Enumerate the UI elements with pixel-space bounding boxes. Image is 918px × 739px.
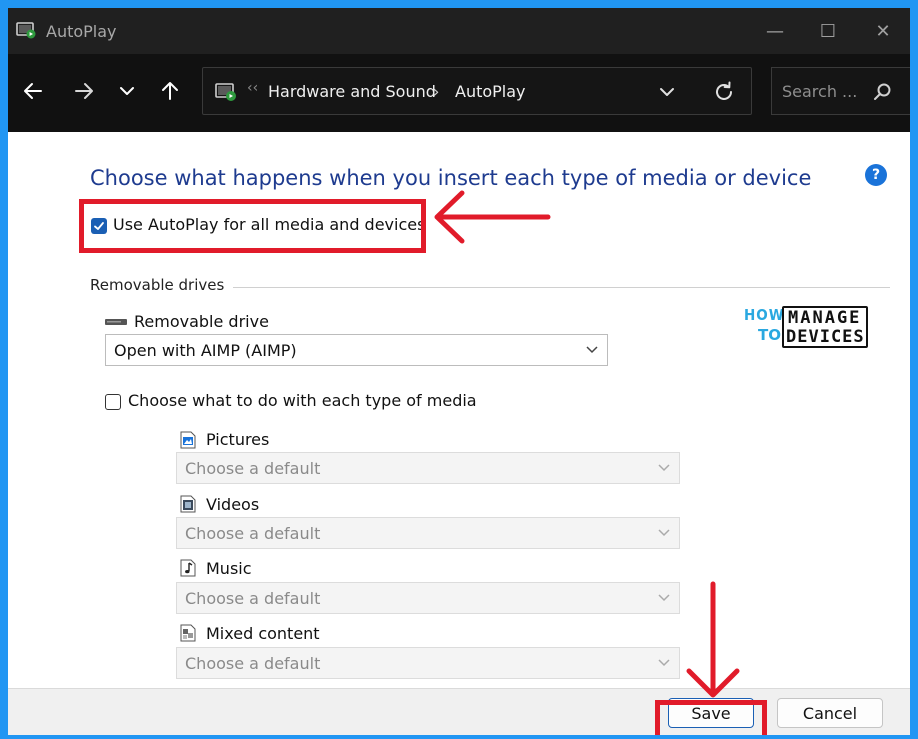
cancel-button[interactable]: Cancel — [777, 698, 883, 728]
minimize-button[interactable]: — — [752, 16, 798, 46]
chevron-down-icon — [120, 87, 134, 95]
music-value: Choose a default — [185, 589, 321, 608]
breadcrumb-hardware-and-sound[interactable]: Hardware and Sound — [268, 82, 436, 101]
mixed-content-select[interactable]: Choose a default — [176, 647, 680, 679]
logo-how: HOW — [744, 306, 785, 324]
close-button[interactable]: ✕ — [860, 16, 906, 46]
videos-value: Choose a default — [185, 524, 321, 543]
title-bar: AutoPlay — ☐ ✕ — [8, 8, 910, 54]
address-overflow[interactable]: ‹‹ — [247, 80, 258, 96]
up-icon — [162, 82, 178, 100]
recent-locations-button[interactable] — [112, 76, 142, 106]
per-media-label[interactable]: Choose what to do with each type of medi… — [128, 391, 477, 410]
videos-label: Videos — [206, 495, 260, 514]
help-icon[interactable]: ? — [865, 164, 887, 186]
group-divider — [233, 287, 890, 288]
page-heading: Choose what happens when you insert each… — [90, 166, 812, 190]
up-button[interactable] — [155, 76, 185, 106]
content-pane: Choose what happens when you insert each… — [8, 132, 910, 688]
logo-box: MANAGE DEVICES — [782, 306, 868, 348]
music-label: Music — [206, 559, 252, 578]
back-icon — [24, 83, 42, 99]
pictures-value: Choose a default — [185, 459, 321, 478]
logo-devices: DEVICES — [786, 327, 865, 347]
removable-drive-icon — [105, 319, 127, 325]
close-icon: ✕ — [875, 20, 891, 42]
refresh-icon[interactable] — [711, 79, 737, 105]
mixed-content-icon — [180, 624, 196, 642]
mixed-content-value: Choose a default — [185, 654, 321, 673]
logo-manage: MANAGE — [788, 308, 862, 328]
search-placeholder: Search ... — [782, 82, 858, 101]
dialog-footer: Save Cancel — [8, 688, 910, 735]
removable-drive-value: Open with AIMP (AIMP) — [114, 341, 297, 360]
chevron-down-icon — [658, 659, 670, 667]
mixed-content-label: Mixed content — [206, 624, 320, 643]
annotation-highlight-save — [655, 700, 767, 735]
maximize-icon: ☐ — [819, 20, 837, 42]
chevron-down-icon — [658, 529, 670, 537]
removable-drive-label: Removable drive — [134, 312, 269, 331]
maximize-button[interactable]: ☐ — [805, 16, 851, 46]
videos-icon — [180, 495, 196, 513]
autoplay-window: AutoPlay — ☐ ✕ ‹‹ Hardware and Sound › A… — [8, 8, 910, 735]
address-dropdown-icon[interactable] — [655, 80, 679, 104]
minimize-icon: — — [766, 20, 784, 42]
chevron-down-icon — [586, 346, 598, 354]
forward-icon — [75, 83, 93, 99]
address-bar[interactable]: ‹‹ Hardware and Sound › AutoPlay — [202, 67, 752, 115]
breadcrumb-separator[interactable]: › — [433, 82, 439, 101]
navigation-bar: ‹‹ Hardware and Sound › AutoPlay Search … — [8, 54, 910, 132]
pictures-select[interactable]: Choose a default — [176, 452, 680, 484]
music-select[interactable]: Choose a default — [176, 582, 680, 614]
chevron-down-icon — [658, 594, 670, 602]
forward-button[interactable] — [69, 76, 99, 106]
autoplay-app-icon — [16, 22, 36, 39]
removable-drive-select[interactable]: Open with AIMP (AIMP) — [105, 334, 608, 366]
back-button[interactable] — [18, 76, 48, 106]
removable-drives-group-label: Removable drives — [90, 276, 225, 294]
music-icon — [180, 559, 196, 577]
howtomanagedevices-logo: HOW TO MANAGE DEVICES — [744, 306, 870, 350]
pictures-icon — [180, 431, 196, 449]
search-box[interactable]: Search ... — [771, 67, 910, 115]
help-label: ? — [871, 167, 881, 183]
control-panel-icon — [215, 83, 236, 101]
pictures-label: Pictures — [206, 430, 270, 449]
search-icon — [874, 83, 891, 100]
per-media-checkbox[interactable] — [105, 394, 121, 410]
window-title: AutoPlay — [46, 22, 117, 41]
logo-to: TO — [758, 326, 781, 344]
videos-select[interactable]: Choose a default — [176, 517, 680, 549]
chevron-down-icon — [658, 464, 670, 472]
annotation-highlight-autoplay — [79, 199, 426, 253]
breadcrumb-autoplay[interactable]: AutoPlay — [455, 82, 526, 101]
